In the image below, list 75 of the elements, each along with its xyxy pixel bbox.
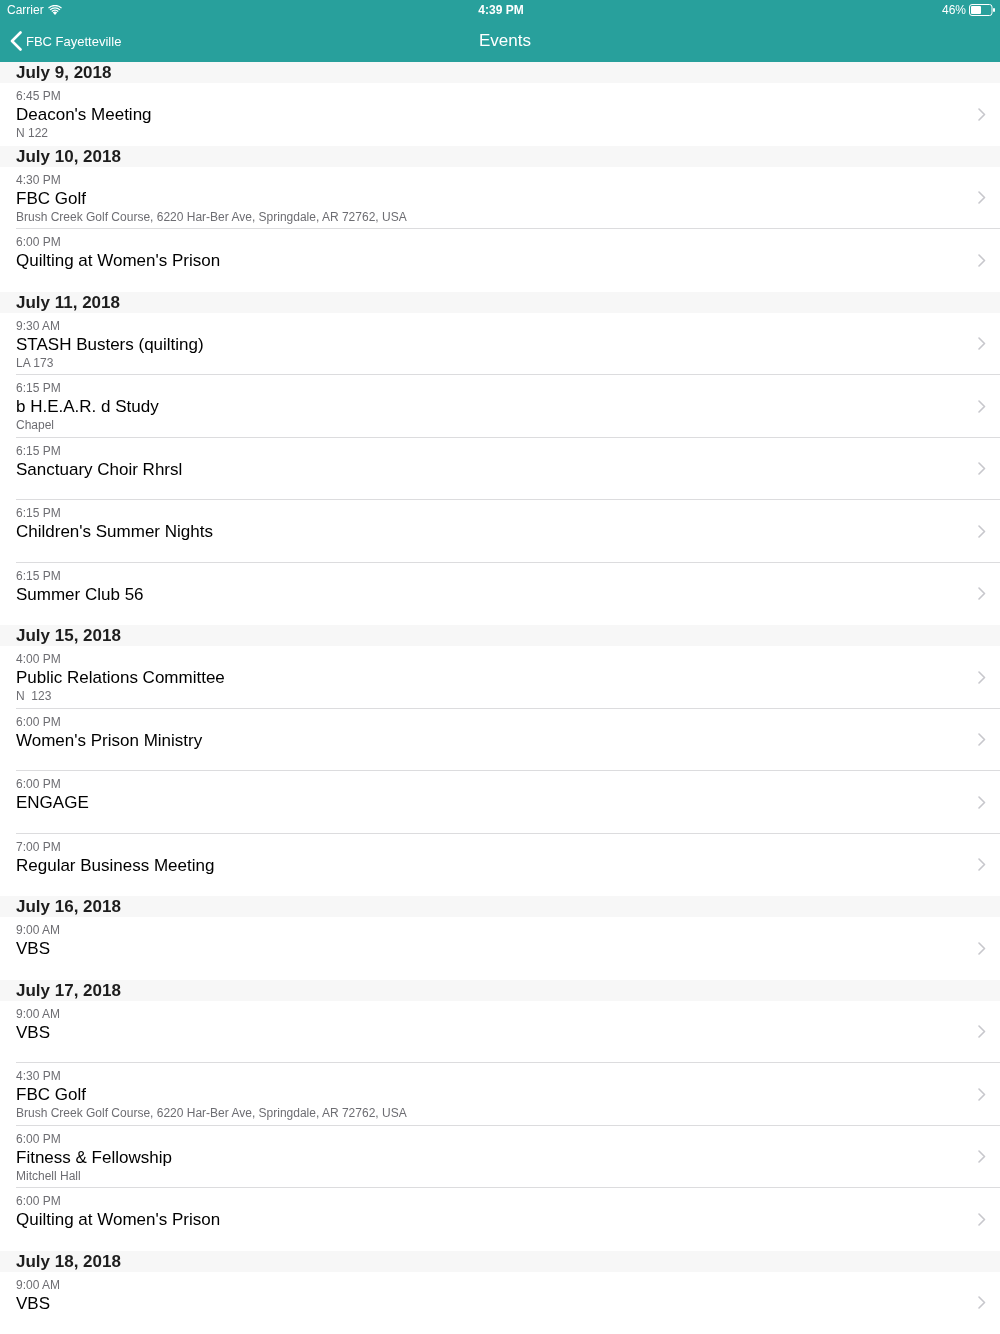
section-date-header: July 16, 2018	[0, 896, 1000, 917]
event-location: Mitchell Hall	[16, 1168, 82, 1184]
chevron-icon	[978, 399, 986, 413]
chevron-icon	[978, 941, 986, 955]
chevron-icon	[978, 462, 986, 476]
event-time: 4:00 PM	[16, 652, 62, 667]
section-date-header: July 17, 2018	[0, 979, 1000, 1001]
screen-title: Events	[479, 31, 531, 51]
chevron-icon	[978, 107, 986, 121]
event-time: 6:00 PM	[16, 777, 62, 792]
chevron-icon	[978, 191, 986, 205]
chevron-icon	[978, 1150, 986, 1164]
event-location: Brush Creek Golf Course, 6220 Har-Ber Ave, Springdale, AR 72762, USA	[16, 1106, 408, 1121]
event-time: 9:00 AM	[16, 923, 62, 938]
event-title: Deacon's Meeting	[16, 104, 153, 126]
chevron-icon	[978, 733, 986, 747]
chevron-icon	[978, 1212, 986, 1226]
event-title: FBC Golf	[16, 1084, 87, 1106]
section-date-header: July 11, 2018	[0, 291, 1000, 313]
event-time: 7:00 PM	[16, 839, 62, 855]
event-title: Women's Prison Ministry	[16, 729, 204, 752]
event-time: 6:00 PM	[16, 1131, 62, 1147]
event-time: 9:00 AM	[16, 1277, 62, 1293]
event-location: Brush Creek Golf Course, 6220 Har-Ber Ave, Springdale, AR 72762, USA	[16, 209, 408, 225]
section-date-header: July 15, 2018	[0, 625, 1000, 646]
battery-icon	[969, 4, 995, 16]
event-title: VBS	[16, 1021, 52, 1044]
chevron-icon	[978, 253, 986, 267]
event-location: N 122	[16, 126, 50, 141]
event-location: Chapel	[16, 418, 56, 433]
event-title: Quilting at Women's Prison	[16, 250, 222, 272]
event-title: b H.E.A.R. d Study	[16, 396, 160, 418]
event-time: 6:00 PM	[16, 714, 62, 730]
event-time: 4:30 PM	[16, 1069, 62, 1084]
chevron-icon	[978, 795, 986, 809]
event-location: N 123	[16, 689, 53, 704]
event-title: Summer Club 56	[16, 583, 145, 606]
section-date-header: July 9, 2018	[0, 62, 1000, 83]
chevron-icon	[978, 670, 986, 684]
event-title: ENGAGE	[16, 792, 90, 814]
section-date-header: July 18, 2018	[0, 1250, 1000, 1272]
event-time: 6:15 PM	[16, 381, 62, 396]
event-title: Sanctuary Choir Rhrsl	[16, 458, 184, 481]
event-time: 6:15 PM	[16, 443, 62, 459]
chevron-icon	[978, 337, 986, 351]
chevron-icon	[978, 524, 986, 538]
status-time: 4:39 PM	[478, 3, 524, 17]
chevron-icon	[978, 1087, 986, 1101]
chevron-icon	[978, 1025, 986, 1039]
chevron-icon	[978, 1296, 986, 1310]
wifi-icon	[47, 5, 62, 15]
event-title: VBS	[16, 1292, 52, 1315]
event-time: 4:30 PM	[16, 172, 62, 188]
carrier-label: Carrier	[7, 3, 44, 17]
event-title: Quilting at Women's Prison	[16, 1209, 222, 1231]
event-time: 6:45 PM	[16, 89, 62, 104]
event-time: 9:30 AM	[16, 318, 62, 334]
battery-percent: 46%	[941, 3, 966, 17]
event-title: Children's Summer Nights	[16, 521, 214, 543]
event-title: Fitness & Fellowship	[16, 1146, 173, 1169]
event-time: 9:00 AM	[16, 1006, 62, 1022]
event-title: Public Relations Committee	[16, 667, 226, 689]
back-chevron-icon	[10, 31, 22, 51]
chevron-icon	[978, 587, 986, 601]
event-title: FBC Golf	[16, 187, 87, 210]
event-time: 6:00 PM	[16, 1194, 62, 1209]
event-time: 6:00 PM	[16, 235, 62, 250]
event-title: STASH Busters (quilting)	[16, 333, 205, 356]
event-title: VBS	[16, 938, 52, 960]
event-location: LA 173	[16, 355, 55, 371]
event-time: 6:15 PM	[16, 506, 62, 521]
section-date-header: July 10, 2018	[0, 145, 1000, 167]
event-title: Regular Business Meeting	[16, 854, 216, 877]
event-time: 6:15 PM	[16, 568, 62, 584]
chevron-icon	[978, 858, 986, 872]
